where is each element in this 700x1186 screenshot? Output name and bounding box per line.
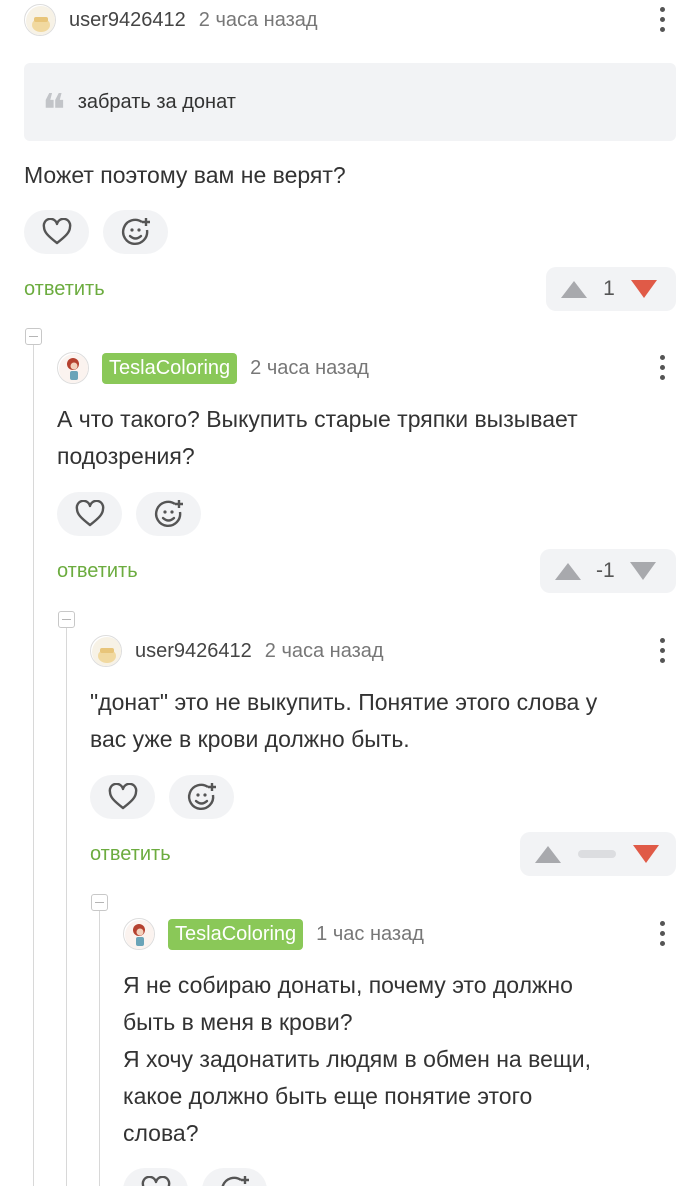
timestamp: 2 часа назад bbox=[250, 356, 369, 379]
comment-text-line: быть в меня в крови? bbox=[123, 1009, 353, 1035]
comment-header: user9426412 2 часа назад bbox=[24, 0, 676, 40]
comment: user9426412 2 часа назад "донат" это не … bbox=[90, 631, 676, 876]
vote-widget bbox=[520, 832, 676, 876]
comment-text-line: подозрения? bbox=[57, 443, 195, 469]
like-button[interactable] bbox=[24, 210, 89, 254]
more-vertical-icon[interactable] bbox=[648, 920, 676, 948]
comment: user9426412 2 часа назад ❝ забрать за до… bbox=[24, 0, 676, 311]
arrow-up-icon[interactable] bbox=[560, 279, 588, 299]
more-vertical-icon[interactable] bbox=[648, 6, 676, 34]
reply-link[interactable]: ответить bbox=[57, 560, 138, 583]
rating-hidden-bar bbox=[578, 850, 616, 858]
username[interactable]: user9426412 bbox=[135, 640, 252, 663]
username-badge[interactable]: TeslaColoring bbox=[168, 918, 304, 950]
add-reaction-button[interactable] bbox=[136, 492, 201, 536]
avatar[interactable] bbox=[57, 352, 89, 384]
avatar[interactable] bbox=[123, 918, 155, 950]
reply-link[interactable]: ответить bbox=[90, 843, 171, 866]
reply-link[interactable]: ответить bbox=[24, 278, 105, 301]
comment-actions bbox=[57, 492, 676, 536]
timestamp: 1 час назад bbox=[316, 922, 424, 945]
comment-text: Я не собираю донаты, почему это должно б… bbox=[123, 967, 676, 1152]
comment-text: Может поэтому вам не верят? bbox=[24, 157, 676, 194]
add-reaction-button[interactable] bbox=[103, 210, 168, 254]
arrow-up-icon[interactable] bbox=[534, 844, 562, 864]
heart-outline-icon bbox=[108, 783, 137, 810]
comment: TeslaColoring 2 часа назад А что такого?… bbox=[57, 348, 676, 593]
thread-line-1 bbox=[33, 345, 34, 1186]
arrow-down-icon[interactable] bbox=[632, 844, 660, 864]
heart-outline-icon bbox=[141, 1176, 170, 1186]
comment: TeslaColoring 1 час назад Я не собираю д… bbox=[123, 914, 676, 1186]
rating: -1 bbox=[596, 559, 615, 582]
avatar[interactable] bbox=[24, 4, 56, 36]
comment-text-line: А что такого? Выкупить старые тряпки выз… bbox=[57, 406, 578, 432]
rating: 1 bbox=[603, 277, 615, 300]
add-reaction-button[interactable] bbox=[202, 1168, 267, 1186]
like-button[interactable] bbox=[123, 1168, 188, 1186]
comment-footer: ответить -1 bbox=[57, 549, 676, 593]
thread-line-2 bbox=[66, 628, 67, 1186]
comment-footer: ответить bbox=[90, 832, 676, 876]
comment-actions bbox=[90, 775, 676, 819]
comment-header: user9426412 2 часа назад bbox=[90, 631, 676, 671]
comment-actions bbox=[123, 1168, 676, 1186]
arrow-down-icon[interactable] bbox=[630, 279, 658, 299]
add-reaction-icon bbox=[221, 1176, 249, 1186]
vote-widget: -1 bbox=[540, 549, 676, 593]
add-reaction-icon bbox=[187, 783, 216, 811]
comment-text-line: Может поэтому вам не верят? bbox=[24, 162, 346, 188]
heart-outline-icon bbox=[75, 500, 104, 527]
add-reaction-button[interactable] bbox=[169, 775, 234, 819]
quote-text: забрать за донат bbox=[77, 90, 236, 113]
quote-icon: ❝ bbox=[42, 89, 66, 115]
more-vertical-icon[interactable] bbox=[648, 637, 676, 665]
comment-footer: ответить 1 bbox=[24, 267, 676, 311]
avatar[interactable] bbox=[90, 635, 122, 667]
comment-actions bbox=[24, 210, 676, 254]
comment-header: TeslaColoring 2 часа назад bbox=[57, 348, 676, 388]
collapse-thread-icon[interactable] bbox=[91, 894, 108, 911]
vote-widget: 1 bbox=[546, 267, 676, 311]
comment-text-line: вас уже в крови должно быть. bbox=[90, 726, 410, 752]
username-badge[interactable]: TeslaColoring bbox=[102, 352, 238, 384]
comment-text-line: какое должно быть еще понятие этого bbox=[123, 1083, 533, 1109]
comment-text-line: Я не собираю донаты, почему это должно bbox=[123, 972, 573, 998]
comment-text-line: слова? bbox=[123, 1120, 199, 1146]
add-reaction-icon bbox=[121, 218, 150, 246]
like-button[interactable] bbox=[57, 492, 122, 536]
heart-outline-icon bbox=[42, 218, 71, 245]
comment-text-line: Я хочу задонатить людям в обмен на вещи, bbox=[123, 1046, 592, 1072]
username[interactable]: user9426412 bbox=[69, 9, 186, 32]
like-button[interactable] bbox=[90, 775, 155, 819]
thread-line-3 bbox=[99, 911, 100, 1186]
arrow-down-icon[interactable] bbox=[629, 561, 657, 581]
quote-block: ❝ забрать за донат bbox=[24, 63, 676, 141]
comments-thread: user9426412 2 часа назад ❝ забрать за до… bbox=[0, 0, 700, 1186]
timestamp: 2 часа назад bbox=[264, 639, 384, 662]
collapse-thread-icon[interactable] bbox=[58, 611, 75, 628]
comment-text: "донат" это не выкупить. Понятие этого с… bbox=[90, 684, 676, 758]
comment-text: А что такого? Выкупить старые тряпки выз… bbox=[57, 401, 676, 475]
more-vertical-icon[interactable] bbox=[648, 354, 676, 382]
collapse-thread-icon[interactable] bbox=[25, 328, 42, 345]
arrow-up-icon[interactable] bbox=[554, 561, 582, 581]
add-reaction-icon bbox=[154, 500, 183, 528]
timestamp: 2 часа назад bbox=[198, 8, 318, 31]
comment-text-line: "донат" это не выкупить. Понятие этого с… bbox=[90, 689, 598, 715]
comment-header: TeslaColoring 1 час назад bbox=[123, 914, 676, 954]
